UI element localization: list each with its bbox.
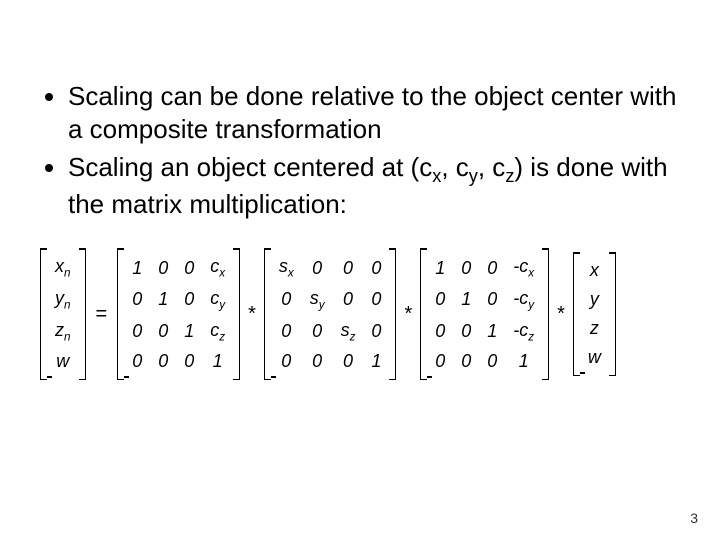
bullet-2-mid2: , c (478, 152, 505, 182)
bullet-1-text: Scaling can be done relative to the obje… (68, 81, 677, 144)
page-number: 3 (690, 510, 698, 526)
multiply-3: * (555, 303, 567, 326)
bullet-1: Scaling can be done relative to the obje… (68, 80, 680, 145)
bullet-2-sub1: x (432, 166, 441, 186)
result-vector: xnynznw (40, 248, 86, 380)
multiply-1: * (246, 303, 258, 326)
slide-body: Scaling can be done relative to the obje… (0, 0, 720, 380)
multiply-2: * (402, 303, 414, 326)
bullet-2: Scaling an object centered at (cx, cy, c… (68, 151, 680, 220)
scale-matrix: sx0000sy0000sz00001 (264, 248, 397, 380)
translate-back-matrix: 100-cx010-cy001-cz0001 (420, 248, 549, 380)
bullet-2-pre: Scaling an object centered at (c (68, 152, 432, 182)
input-vector: xyzw (573, 252, 616, 376)
bullet-2-mid1: , c (441, 152, 468, 182)
equals-sign: = (92, 303, 112, 326)
matrix-equation: xnynznw = 100cx010cy001cz0001 * sx0000sy… (40, 248, 680, 380)
translate-to-origin-matrix: 100cx010cy001cz0001 (117, 248, 240, 380)
bullet-list: Scaling can be done relative to the obje… (40, 80, 680, 220)
bullet-2-sub2: y (469, 166, 478, 186)
